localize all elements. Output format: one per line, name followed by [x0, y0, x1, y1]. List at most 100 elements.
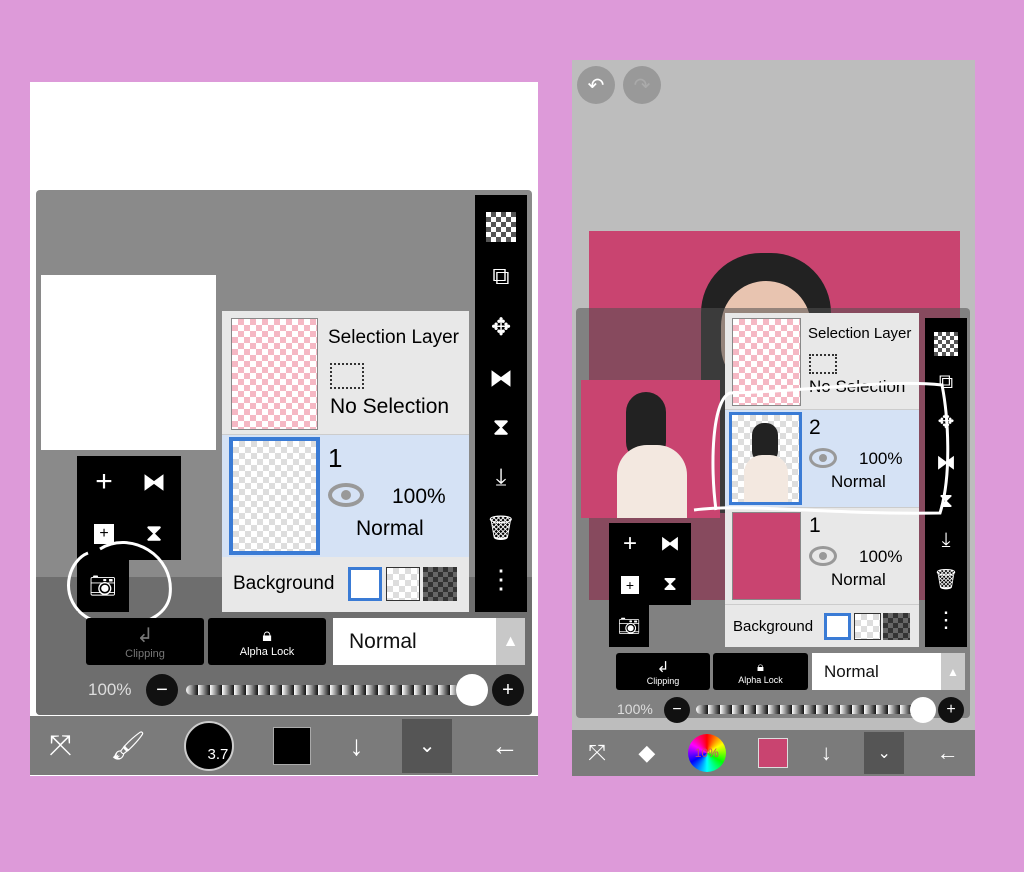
color-wheel-label: 10% [694, 746, 719, 760]
color-swatch[interactable] [272, 726, 311, 765]
layer-thumbnail [231, 318, 318, 430]
opacity-increase-button[interactable]: + [938, 697, 964, 723]
background-white-option[interactable] [824, 613, 851, 640]
undo-button[interactable]: ↶ [577, 66, 615, 104]
layer-title: Selection Layer [808, 325, 912, 342]
brush-icon[interactable]: 🖌︎ [110, 729, 146, 762]
merge-down-icon[interactable]: ⤓ [496, 464, 507, 492]
clipping-button[interactable]: ↲ Clipping [616, 653, 710, 690]
back-arrow-icon[interactable]: ← [937, 740, 959, 766]
background-white-option[interactable] [348, 567, 382, 601]
opacity-slider-knob[interactable] [910, 697, 936, 723]
more-options-icon[interactable]: ⋮ [488, 564, 514, 595]
move-icon[interactable]: ✥ [491, 313, 511, 342]
blend-mode-arrow-button[interactable]: ▲ [496, 618, 525, 665]
layer-thumbnail [732, 512, 801, 600]
trash-icon[interactable]: 🗑︎ [933, 567, 958, 592]
background-transparent-option[interactable] [854, 613, 881, 640]
layer-opacity: 100% [859, 547, 903, 566]
opacity-value: 100% [88, 680, 132, 699]
layers-button[interactable]: ⌄ [864, 732, 905, 774]
selection-marquee-icon [330, 363, 364, 389]
canvas-preview[interactable] [41, 275, 216, 450]
alpha-lock-icon: 🔒︎ [757, 658, 764, 674]
clipping-label: Clipping [125, 648, 165, 660]
opacity-decrease-button[interactable]: − [146, 674, 178, 706]
clipping-label: Clipping [646, 675, 680, 686]
arrow-down-icon[interactable]: ↓ [350, 730, 364, 762]
opacity-value: 100% [617, 701, 653, 717]
transparency-icon[interactable] [486, 211, 516, 242]
back-arrow-icon[interactable]: ← [491, 730, 519, 762]
background-row: Background [725, 604, 919, 647]
alpha-lock-button[interactable]: 🔒︎ Alpha Lock [713, 653, 808, 690]
alpha-lock-label: Alpha Lock [239, 646, 295, 658]
background-dark-option[interactable] [883, 613, 910, 640]
flip-horizontal-icon[interactable]: ⧓ [489, 364, 513, 393]
selection-status: No Selection [330, 395, 450, 418]
flip-horizontal-icon[interactable]: ⧓ [129, 457, 179, 507]
layer-blend-mode: Normal [831, 570, 886, 589]
redo-button[interactable]: ↷ [623, 66, 661, 104]
blend-mode-select[interactable]: Normal [333, 618, 496, 665]
arrow-down-icon[interactable]: ↓ [821, 740, 832, 766]
layer-row-selection[interactable]: Selection Layer No Selection [222, 311, 469, 435]
layer-tools-block: + ⧓ + ⧗ [609, 523, 691, 605]
clipping-button[interactable]: ↲ Clipping [86, 618, 204, 665]
opacity-slider[interactable] [186, 685, 476, 695]
fill-bucket-icon[interactable]: ◆ [638, 740, 655, 766]
portrait-body [617, 445, 687, 518]
camera-icon: 📷︎ [617, 615, 641, 636]
layer-title: Selection Layer [328, 327, 459, 348]
blend-mode-arrow-button[interactable]: ▲ [941, 653, 965, 690]
background-label: Background [733, 618, 814, 635]
flip-vertical-icon[interactable]: ⧗ [493, 414, 510, 442]
brush-size-value: 3.7 [207, 745, 229, 763]
more-options-icon[interactable]: ⋮ [935, 607, 957, 633]
flip-horizontal-icon[interactable]: ⧓ [650, 524, 690, 564]
opacity-decrease-button[interactable]: − [664, 697, 690, 723]
selection-marquee-icon [809, 354, 837, 374]
duplicate-layer-icon[interactable]: + [610, 565, 650, 605]
visibility-eye-icon[interactable] [809, 546, 837, 566]
layer-number: 1 [328, 443, 343, 473]
opacity-slider[interactable] [696, 705, 926, 714]
blend-mode-value: Normal [824, 661, 879, 681]
transform-tool-icon[interactable]: ⤧ [588, 740, 606, 766]
visibility-eye-icon[interactable] [328, 483, 364, 507]
alpha-lock-button[interactable]: 🔒︎ Alpha Lock [208, 618, 326, 665]
merge-down-icon[interactable]: ⤓ [942, 529, 951, 552]
layer-opacity: 100% [392, 485, 446, 508]
blend-mode-value: Normal [349, 629, 417, 653]
background-row: Background [222, 557, 469, 612]
alpha-lock-icon: 🔒︎ [262, 625, 272, 645]
alpha-lock-label: Alpha Lock [738, 674, 783, 685]
background-dark-option[interactable] [423, 567, 457, 601]
trash-icon[interactable]: 🗑︎ [486, 514, 516, 543]
layer-list: Selection Layer No Selection 1 100% Norm… [222, 311, 469, 612]
background-transparent-option[interactable] [386, 567, 420, 601]
opacity-increase-button[interactable]: + [492, 674, 524, 706]
add-layer-icon[interactable]: + [610, 524, 650, 564]
loop-annotation [693, 381, 950, 515]
layer-blend-mode: Normal [356, 517, 424, 540]
move-layer-content-icon[interactable]: ⧉ [492, 263, 509, 291]
opacity-slider-knob[interactable] [456, 674, 488, 706]
transform-tool-icon[interactable]: ⤧ [49, 729, 71, 762]
add-layer-icon[interactable]: + [79, 457, 129, 507]
color-wheel-button[interactable]: 10% [687, 734, 726, 772]
layers-button[interactable]: ⌄ [402, 718, 453, 773]
layer-thumbnail [229, 437, 320, 555]
brush-size-button[interactable]: 3.7 [184, 720, 235, 771]
color-swatch[interactable] [758, 738, 789, 768]
background-label: Background [233, 573, 335, 594]
camera-button[interactable]: 📷︎ [609, 605, 649, 647]
clipping-icon: ↲ [656, 658, 670, 676]
transparency-icon[interactable] [934, 331, 958, 356]
clipping-icon: ↲ [136, 625, 154, 647]
bottom-toolbar: ⤧ 🖌︎ 3.7 ↓ ⌄ ← [30, 716, 538, 775]
layer-row-1[interactable]: 1 100% Normal [222, 435, 469, 557]
bottom-toolbar: ⤧ ◆ 10% ↓ ⌄ ← [572, 730, 975, 776]
blend-mode-select[interactable]: Normal [812, 653, 941, 690]
flip-vertical-icon[interactable]: ⧗ [650, 565, 690, 605]
